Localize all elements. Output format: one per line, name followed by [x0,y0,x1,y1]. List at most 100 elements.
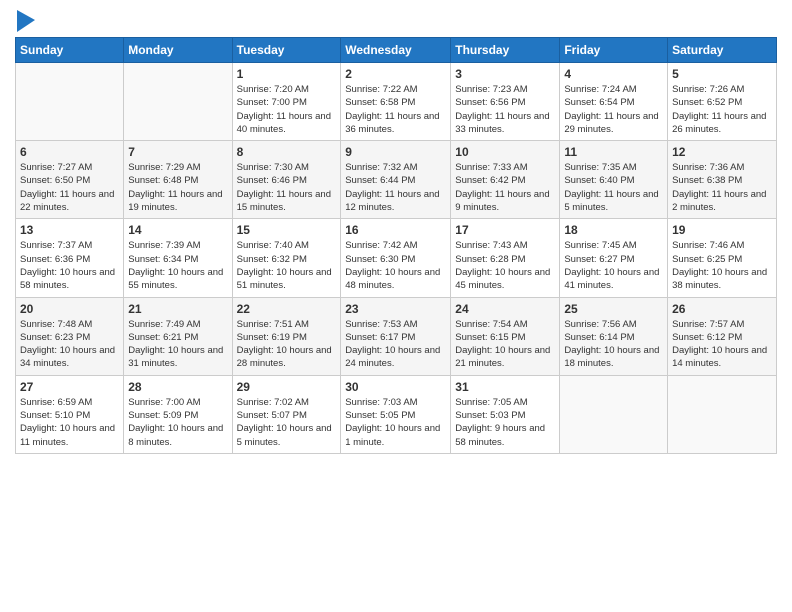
day-number: 3 [455,67,555,81]
calendar-cell: 12 Sunrise: 7:36 AM Sunset: 6:38 PM Dayli… [668,141,777,219]
calendar-cell: 1 Sunrise: 7:20 AM Sunset: 7:00 PM Daylig… [232,63,341,141]
header [15,10,777,29]
day-number: 17 [455,223,555,237]
day-number: 24 [455,302,555,316]
day-info: Sunrise: 7:02 AM Sunset: 5:07 PM Dayligh… [237,396,337,449]
day-number: 14 [128,223,227,237]
calendar-cell: 16Sunrise: 7:42 AM Sunset: 6:30 PM Dayli… [341,219,451,297]
calendar-header-row: SundayMondayTuesdayWednesdayThursdayFrid… [16,38,777,63]
calendar-cell: 17 Sunrise: 7:43 AM Sunset: 6:28 PM Dayli… [451,219,560,297]
day-info: Sunrise: 7:23 AM Sunset: 6:56 PM Dayligh… [455,83,555,136]
calendar-cell: 13Sunrise: 7:37 AM Sunset: 6:36 PM Dayli… [16,219,124,297]
day-number: 11 [564,145,663,159]
calendar-cell: 11 Sunrise: 7:35 AM Sunset: 6:40 PM Dayli… [560,141,668,219]
day-number: 19 [672,223,772,237]
day-number: 18 [564,223,663,237]
day-info: Sunrise: 7:32 AM Sunset: 6:44 PM Dayligh… [345,161,446,214]
day-info: Sunrise: 7:20 AM Sunset: 7:00 PM Dayligh… [237,83,337,136]
day-info: Sunrise: 7:56 AM Sunset: 6:14 PM Dayligh… [564,318,663,371]
calendar-cell: 8Sunrise: 7:30 AM Sunset: 6:46 PM Daylig… [232,141,341,219]
day-info: Sunrise: 7:22 AM Sunset: 6:58 PM Dayligh… [345,83,446,136]
day-info: Sunrise: 7:51 AM Sunset: 6:19 PM Dayligh… [237,318,337,371]
weekday-header: Monday [124,38,232,63]
day-info: Sunrise: 7:53 AM Sunset: 6:17 PM Dayligh… [345,318,446,371]
calendar-cell: 27 Sunrise: 6:59 AM Sunset: 5:10 PM Dayli… [16,375,124,453]
calendar-cell: 9 Sunrise: 7:32 AM Sunset: 6:44 PM Daylig… [341,141,451,219]
calendar-cell: 18 Sunrise: 7:45 AM Sunset: 6:27 PM Dayli… [560,219,668,297]
day-number: 29 [237,380,337,394]
calendar-cell: 19 Sunrise: 7:46 AM Sunset: 6:25 PM Dayli… [668,219,777,297]
day-number: 9 [345,145,446,159]
calendar-cell: 26 Sunrise: 7:57 AM Sunset: 6:12 PM Dayli… [668,297,777,375]
day-number: 22 [237,302,337,316]
day-number: 13 [20,223,119,237]
day-number: 10 [455,145,555,159]
day-number: 31 [455,380,555,394]
day-info: Sunrise: 7:48 AM Sunset: 6:23 PM Dayligh… [20,318,119,371]
calendar-week-row: 20 Sunrise: 7:48 AM Sunset: 6:23 PM Dayli… [16,297,777,375]
calendar-cell: 7 Sunrise: 7:29 AM Sunset: 6:48 PM Daylig… [124,141,232,219]
calendar-cell: 22 Sunrise: 7:51 AM Sunset: 6:19 PM Dayli… [232,297,341,375]
calendar-cell: 21 Sunrise: 7:49 AM Sunset: 6:21 PM Dayli… [124,297,232,375]
day-info: Sunrise: 7:36 AM Sunset: 6:38 PM Dayligh… [672,161,772,214]
day-number: 25 [564,302,663,316]
day-info: Sunrise: 7:26 AM Sunset: 6:52 PM Dayligh… [672,83,772,136]
day-info: Sunrise: 7:40 AM Sunset: 6:32 PM Dayligh… [237,239,337,292]
day-info: Sunrise: 7:46 AM Sunset: 6:25 PM Dayligh… [672,239,772,292]
calendar-cell: 5 Sunrise: 7:26 AM Sunset: 6:52 PM Daylig… [668,63,777,141]
day-number: 4 [564,67,663,81]
day-number: 7 [128,145,227,159]
day-number: 26 [672,302,772,316]
calendar-cell [124,63,232,141]
calendar-cell: 10 Sunrise: 7:33 AM Sunset: 6:42 PM Dayli… [451,141,560,219]
day-info: Sunrise: 7:24 AM Sunset: 6:54 PM Dayligh… [564,83,663,136]
calendar-cell: 30 Sunrise: 7:03 AM Sunset: 5:05 PM Dayli… [341,375,451,453]
day-number: 27 [20,380,119,394]
day-info: Sunrise: 7:54 AM Sunset: 6:15 PM Dayligh… [455,318,555,371]
day-number: 1 [237,67,337,81]
day-number: 12 [672,145,772,159]
weekday-header: Saturday [668,38,777,63]
day-info: Sunrise: 7:43 AM Sunset: 6:28 PM Dayligh… [455,239,555,292]
day-number: 15 [237,223,337,237]
day-info: Sunrise: 7:49 AM Sunset: 6:21 PM Dayligh… [128,318,227,371]
calendar-week-row: 13Sunrise: 7:37 AM Sunset: 6:36 PM Dayli… [16,219,777,297]
weekday-header: Thursday [451,38,560,63]
calendar-cell: 24 Sunrise: 7:54 AM Sunset: 6:15 PM Dayli… [451,297,560,375]
calendar-week-row: 27 Sunrise: 6:59 AM Sunset: 5:10 PM Dayli… [16,375,777,453]
day-number: 30 [345,380,446,394]
day-info: Sunrise: 7:29 AM Sunset: 6:48 PM Dayligh… [128,161,227,214]
calendar-cell [16,63,124,141]
calendar-cell: 6Sunrise: 7:27 AM Sunset: 6:50 PM Daylig… [16,141,124,219]
day-number: 21 [128,302,227,316]
calendar-week-row: 6Sunrise: 7:27 AM Sunset: 6:50 PM Daylig… [16,141,777,219]
day-info: Sunrise: 7:45 AM Sunset: 6:27 PM Dayligh… [564,239,663,292]
day-number: 20 [20,302,119,316]
calendar-cell: 2 Sunrise: 7:22 AM Sunset: 6:58 PM Daylig… [341,63,451,141]
day-number: 8 [237,145,337,159]
page: SundayMondayTuesdayWednesdayThursdayFrid… [0,0,792,612]
weekday-header: Wednesday [341,38,451,63]
day-number: 5 [672,67,772,81]
logo-icon [17,10,35,32]
calendar-cell: 15 Sunrise: 7:40 AM Sunset: 6:32 PM Dayli… [232,219,341,297]
day-info: Sunrise: 7:35 AM Sunset: 6:40 PM Dayligh… [564,161,663,214]
weekday-header: Tuesday [232,38,341,63]
calendar-cell: 14Sunrise: 7:39 AM Sunset: 6:34 PM Dayli… [124,219,232,297]
day-info: Sunrise: 7:03 AM Sunset: 5:05 PM Dayligh… [345,396,446,449]
calendar-cell: 25 Sunrise: 7:56 AM Sunset: 6:14 PM Dayli… [560,297,668,375]
calendar-cell: 31Sunrise: 7:05 AM Sunset: 5:03 PM Dayli… [451,375,560,453]
calendar-cell: 4 Sunrise: 7:24 AM Sunset: 6:54 PM Daylig… [560,63,668,141]
calendar-week-row: 1 Sunrise: 7:20 AM Sunset: 7:00 PM Daylig… [16,63,777,141]
weekday-header: Sunday [16,38,124,63]
calendar-table: SundayMondayTuesdayWednesdayThursdayFrid… [15,37,777,454]
weekday-header: Friday [560,38,668,63]
day-info: Sunrise: 7:42 AM Sunset: 6:30 PM Dayligh… [345,239,446,292]
day-info: Sunrise: 6:59 AM Sunset: 5:10 PM Dayligh… [20,396,119,449]
day-info: Sunrise: 7:33 AM Sunset: 6:42 PM Dayligh… [455,161,555,214]
calendar-cell: 23Sunrise: 7:53 AM Sunset: 6:17 PM Dayli… [341,297,451,375]
day-number: 2 [345,67,446,81]
calendar-cell: 3 Sunrise: 7:23 AM Sunset: 6:56 PM Daylig… [451,63,560,141]
day-number: 6 [20,145,119,159]
day-info: Sunrise: 7:57 AM Sunset: 6:12 PM Dayligh… [672,318,772,371]
